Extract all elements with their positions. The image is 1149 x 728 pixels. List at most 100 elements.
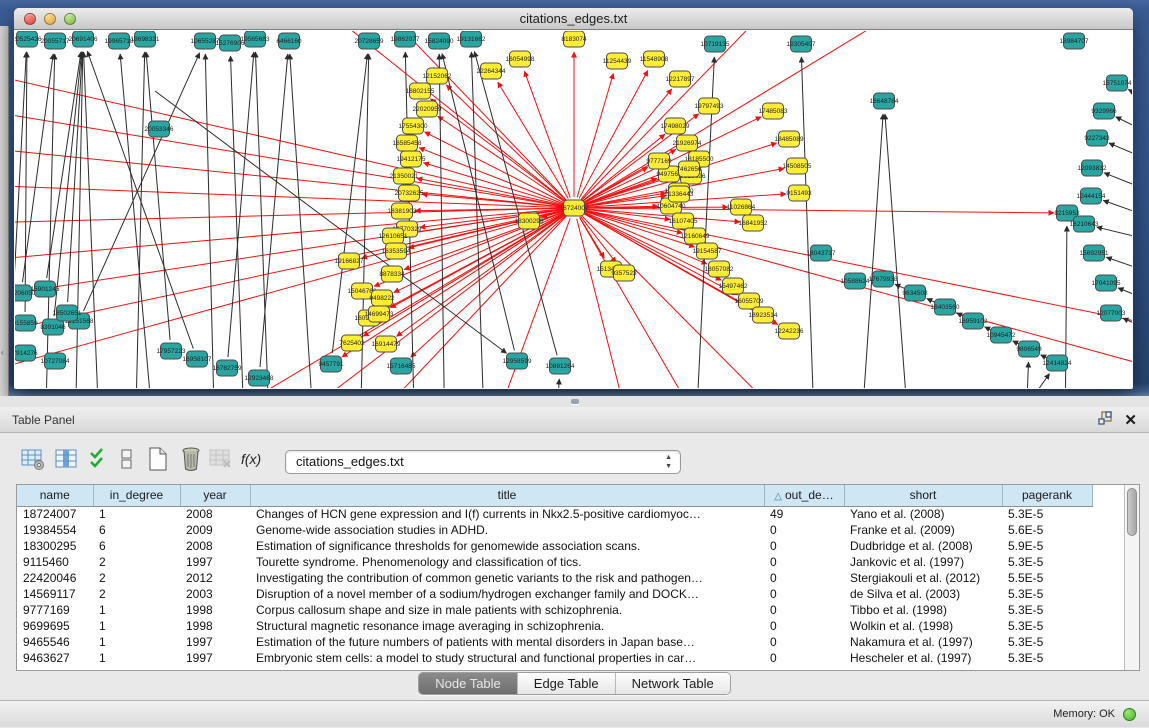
table-cell[interactable]: Tibbo et al. (1998) xyxy=(844,602,1002,618)
table-cell[interactable]: 19384554 xyxy=(17,522,93,538)
table-cell[interactable]: Investigating the contribution of common… xyxy=(250,570,764,586)
graph-node[interactable]: 18043717 xyxy=(807,245,836,261)
table-cell[interactable]: Nakamura et al. (1997) xyxy=(844,634,1002,650)
column-header-year[interactable]: year xyxy=(180,485,250,506)
close-button[interactable] xyxy=(24,13,36,25)
window-titlebar[interactable]: citations_edges.txt xyxy=(14,8,1133,30)
graph-node[interactable]: 19154587 xyxy=(693,243,722,259)
table-cell[interactable]: Wolkin et al. (1998) xyxy=(844,618,1002,634)
graph-node[interactable]: 17554300 xyxy=(399,118,428,134)
graph-node[interactable]: 17041095 xyxy=(1092,275,1121,291)
table-row[interactable]: 1830029562008Estimation of significance … xyxy=(17,538,1092,554)
graph-node[interactable]: 9329966 xyxy=(1091,103,1117,119)
graph-node[interactable]: 17498029 xyxy=(661,118,690,134)
graph-node[interactable]: 21336443 xyxy=(665,186,694,202)
graph-node[interactable]: 21350021 xyxy=(390,168,419,184)
graph-node[interactable]: 15692951 xyxy=(1080,245,1109,261)
graph-node[interactable]: 16914479 xyxy=(372,336,401,352)
graph-node[interactable]: 14508505 xyxy=(783,158,812,174)
table-cell[interactable]: 1 xyxy=(93,634,180,650)
table-cell[interactable]: 0 xyxy=(764,586,844,602)
table-cell[interactable]: 5.3E-5 xyxy=(1002,650,1092,666)
graph-node[interactable]: 20728659 xyxy=(355,33,384,49)
graph-node[interactable]: 16782759 xyxy=(213,360,242,376)
table-cell[interactable]: 2008 xyxy=(180,538,250,554)
table-cell[interactable]: 1997 xyxy=(180,554,250,570)
graph-node[interactable]: 16585458 xyxy=(393,135,422,151)
graph-node[interactable]: 9227343 xyxy=(1084,130,1110,146)
graph-node[interactable]: 16353594 xyxy=(382,243,411,259)
table-cell[interactable]: 0 xyxy=(764,522,844,538)
table-cell[interactable]: Yano et al. (2008) xyxy=(844,506,1002,522)
graph-node[interactable]: 6466160 xyxy=(276,33,302,49)
graph-edge[interactable] xyxy=(260,54,288,367)
graph-node[interactable]: 15824090 xyxy=(425,33,454,49)
graph-node[interactable]: 9457791 xyxy=(318,356,344,372)
network-window[interactable]: citations_edges.txt 18724007121520621880… xyxy=(14,8,1133,389)
graph-node[interactable]: 9155859 xyxy=(15,315,38,331)
table-cell[interactable]: 9465546 xyxy=(17,634,93,650)
graph-edge[interactable] xyxy=(15,210,563,337)
graph-edge[interactable] xyxy=(1128,89,1132,116)
graph-edge[interactable] xyxy=(155,91,507,353)
graph-edge[interactable] xyxy=(54,52,82,316)
table-cell[interactable]: 0 xyxy=(764,570,844,586)
table-mode-icon[interactable] xyxy=(20,446,46,472)
network-canvas[interactable]: 1872400712152062188021552202095917554300… xyxy=(15,31,1132,388)
graph-node[interactable]: 12444154 xyxy=(1077,188,1106,204)
graph-edge[interactable] xyxy=(205,54,215,388)
graph-node[interactable]: 15716485 xyxy=(387,358,416,374)
graph-node[interactable]: 16107405 xyxy=(669,213,698,229)
graph-node[interactable]: 16648784 xyxy=(870,93,899,109)
graph-edge[interactable] xyxy=(585,210,1132,331)
table-cell[interactable]: Franke et al. (2009) xyxy=(844,522,1002,538)
graph-node[interactable]: 7462656 xyxy=(676,161,702,177)
graph-edge[interactable] xyxy=(15,109,563,206)
graph-node[interactable]: 16959102 xyxy=(959,313,988,329)
graph-edge[interactable] xyxy=(332,54,367,353)
table-cell[interactable]: 0 xyxy=(764,602,844,618)
graph-edge[interactable] xyxy=(15,185,563,208)
graph-edge[interactable] xyxy=(555,379,559,388)
column-header-out_de[interactable]: △out_de… xyxy=(764,485,844,506)
graph-node[interactable]: 12152062 xyxy=(423,68,452,84)
table-cell[interactable]: 0 xyxy=(764,634,844,650)
graph-node[interactable]: 15901245 xyxy=(31,281,60,297)
table-cell[interactable]: 49 xyxy=(764,506,844,522)
graph-node[interactable]: 18724007 xyxy=(560,200,589,216)
graph-edge[interactable] xyxy=(1025,362,1028,388)
table-cell[interactable]: Jankovic et al. (1997) xyxy=(844,554,1002,570)
graph-node[interactable]: 12160649 xyxy=(681,228,710,244)
graph-edge[interactable] xyxy=(1013,341,1020,344)
graph-node[interactable]: 9806549 xyxy=(1016,341,1042,357)
graph-node[interactable]: 15497462 xyxy=(719,278,748,294)
graph-edge[interactable] xyxy=(1103,200,1132,226)
graph-node[interactable]: 18403560 xyxy=(931,299,960,315)
graph-edge[interactable] xyxy=(1123,318,1132,341)
table-cell[interactable]: Stergiakouli et al. (2012) xyxy=(844,570,1002,586)
show-columns-icon[interactable] xyxy=(53,446,79,472)
table-cell[interactable]: 1997 xyxy=(180,650,250,666)
table-row[interactable]: 2242004622012Investigating the contribut… xyxy=(17,570,1092,586)
graph-node[interactable]: 10891264 xyxy=(546,358,575,374)
graph-node[interactable]: 9498222 xyxy=(369,290,395,306)
table-row[interactable]: 1938455462009Genome-wide association stu… xyxy=(17,522,1092,538)
graph-edge[interactable] xyxy=(15,71,563,206)
table-cell[interactable]: Genome-wide association studies in ADHD. xyxy=(250,522,764,538)
graph-edge[interactable] xyxy=(15,52,26,388)
table-cell[interactable]: 9115460 xyxy=(17,554,93,570)
graph-node[interactable]: 15751074 xyxy=(1103,75,1132,91)
graph-edge[interactable] xyxy=(425,132,565,203)
graph-edge[interactable] xyxy=(585,211,1132,376)
graph-node[interactable]: 12958599 xyxy=(503,353,532,369)
graph-node[interactable]: 18300295 xyxy=(515,213,544,229)
network-graph[interactable]: 1872400712152062188021552202095917554300… xyxy=(15,31,1132,388)
graph-node[interactable]: 17485083 xyxy=(759,103,788,119)
graph-node[interactable]: 16054998 xyxy=(506,51,535,67)
table-cell[interactable]: Estimation of the future numbers of pati… xyxy=(250,634,764,650)
table-cell[interactable]: 18300295 xyxy=(17,538,93,554)
table-cell[interactable]: 1998 xyxy=(180,602,250,618)
graph-node[interactable]: 19862077 xyxy=(391,31,420,47)
table-cell[interactable]: 9777169 xyxy=(17,602,93,618)
graph-node[interactable]: 18984707 xyxy=(1060,33,1089,49)
